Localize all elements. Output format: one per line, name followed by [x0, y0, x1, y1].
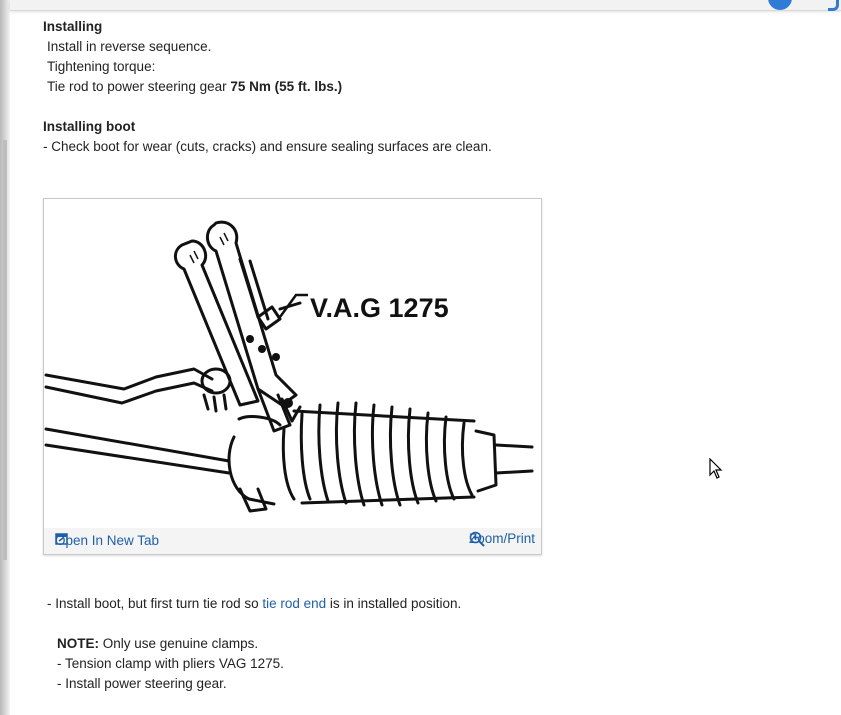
tie-rod-end-link[interactable]: tie rod end [262, 596, 326, 611]
check-boot-step: - Check boot for wear (cuts, cracks) and… [43, 139, 492, 154]
torque-spec-value: 75 Nm (55 ft. lbs.) [230, 79, 343, 94]
torque-label: Tightening torque: [47, 59, 156, 74]
install-boot-step-prefix: - Install boot, but first turn tie rod s… [47, 596, 263, 611]
top-toolbar-edge [10, 0, 841, 11]
procedure-text-continued: - Install boot, but first turn tie rod s… [43, 594, 803, 694]
install-line: Install in reverse sequence. [47, 39, 212, 54]
install-boot-step-suffix: is in installed position. [326, 596, 462, 611]
new-tab-icon [55, 533, 68, 545]
magnifier-plus-icon [469, 531, 485, 547]
note-line: NOTE: Only use genuine clamps. [43, 634, 803, 654]
heading-installing: Installing [43, 19, 103, 34]
procedure-text: Installing Install in reverse sequence. … [43, 17, 803, 157]
torque-spec: Tie rod to power steering gear 75 Nm (55… [43, 77, 803, 97]
figure-boot-clamp: V.A.G 1275 Open In New Tab Zoom/Print [43, 198, 542, 555]
torque-spec-text: Tie rod to power steering gear [47, 79, 231, 94]
tension-clamp-step: - Tension clamp with pliers VAG 1275. [57, 656, 284, 671]
zoom-print-button[interactable]: Zoom/Print [469, 531, 535, 547]
help-icon[interactable] [828, 0, 839, 11]
install-boot-step: - Install boot, but first turn tie rod s… [43, 594, 803, 614]
note-label: NOTE: [57, 636, 99, 651]
scrollbar-thumb[interactable] [3, 140, 7, 560]
mouse-cursor-icon [709, 458, 723, 479]
open-in-new-tab-label: Open In New Tab [55, 533, 160, 548]
profile-icon[interactable] [768, 0, 792, 10]
open-in-new-tab-button[interactable]: Open In New Tab [55, 533, 159, 548]
figure-toolbar: Open In New Tab Zoom/Print [44, 528, 541, 554]
diagram-tie-rod-boot-pliers: V.A.G 1275 [44, 220, 534, 513]
tool-callout-label: V.A.G 1275 [310, 293, 449, 323]
left-window-edge [0, 0, 10, 715]
note-text: Only use genuine clamps. [99, 636, 259, 651]
install-steering-gear-step: - Install power steering gear. [57, 676, 227, 691]
heading-installing-boot: Installing boot [43, 119, 136, 134]
